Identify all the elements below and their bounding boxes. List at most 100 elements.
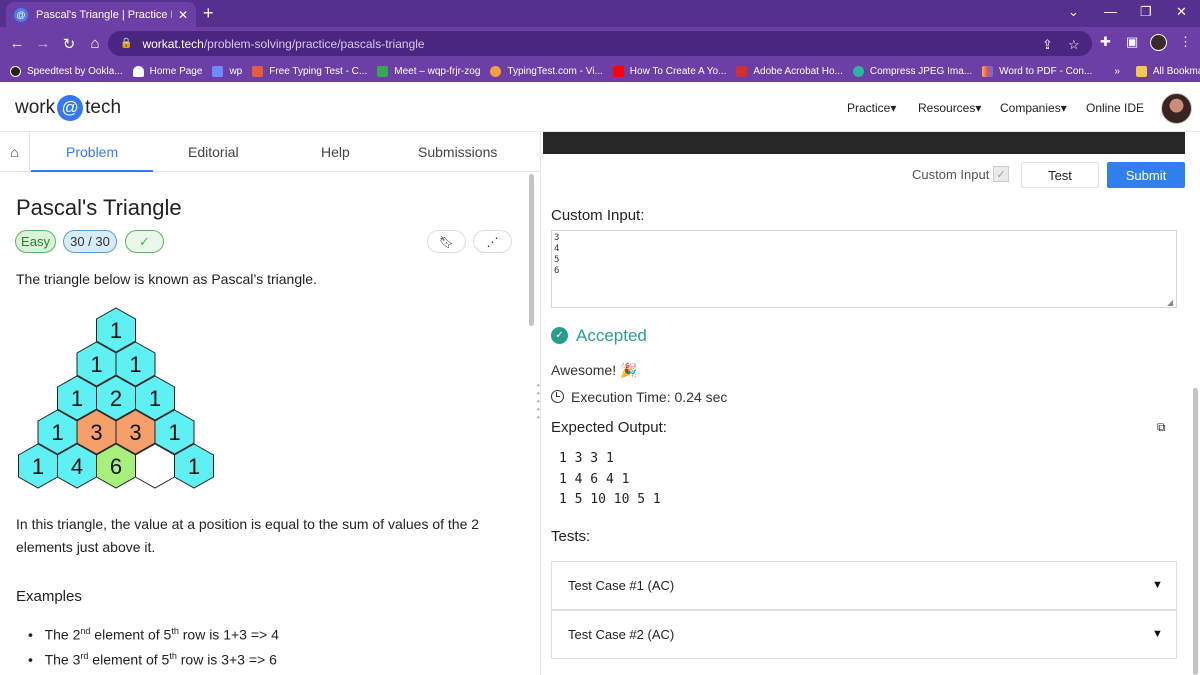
browser-menu-icon[interactable]: ⋮ [1179,34,1192,50]
logo-text-right: tech [85,97,122,118]
bookmark-item[interactable]: How To Create A Yo... [612,65,726,77]
browser-tab[interactable]: @ Pascal's Triangle | Practice Probl ✕ [6,2,196,27]
intro-text: The triangle below is known as Pascal’s … [16,271,317,287]
share-icon: ⋰ [486,234,499,249]
test-case-row[interactable]: Test Case #2 (AC) ▼ [551,610,1177,659]
example-sup: nd [80,626,91,636]
accepted-check-icon: ✓ [551,327,568,344]
back-icon[interactable]: ← [4,35,30,52]
bookmark-button[interactable]: 🔖︎ [427,230,466,253]
bookmark-favicon-icon [852,65,864,77]
tab-title: Pascal's Triangle | Practice Probl [36,8,172,21]
triangle-value: 1 [110,318,122,343]
site-header: work @ tech Practice▾ Resources▾ Compani… [0,82,1200,132]
bookmark-label: wp [229,65,243,77]
more-bookmarks-button[interactable]: » [1114,66,1120,77]
more-bookmarks-label: » [1114,65,1120,77]
close-tab-icon[interactable]: ✕ [178,8,188,22]
home-icon[interactable]: ⌂ [0,132,30,172]
right-scrollbar[interactable] [1193,388,1198,675]
site-logo[interactable]: work @ tech [15,95,121,121]
examples-heading: Examples [16,588,82,605]
example-text: The 2 [44,626,81,643]
solved-check-icon: ✓ [125,230,164,253]
submit-button[interactable]: Submit [1107,162,1185,188]
tab-search-icon[interactable]: ⌄ [1068,4,1079,20]
tab-help[interactable]: Help [321,144,350,160]
test-case-row[interactable]: Test Case #1 (AC) ▼ [551,561,1177,610]
bookmark-item[interactable]: Meet – wqp-frjr-zog [377,65,480,77]
triangle-value: 1 [129,352,141,377]
reload-icon[interactable]: ↻ [56,35,82,53]
triangle-value: 1 [90,352,102,377]
browser-tabbar: @ Pascal's Triangle | Practice Probl ✕ +… [0,0,1200,27]
bookmark-label: Word to PDF - Con... [999,65,1093,77]
side-panel-icon[interactable]: ▣ [1126,34,1138,50]
home-browser-icon[interactable]: ⌂ [82,35,108,52]
score-badge: 30 / 30 [63,230,117,253]
caret-down-icon[interactable]: ▼ [1152,579,1163,591]
bookmark-favicon-icon [612,65,624,77]
bookmark-item[interactable]: Home Page [132,65,202,77]
example-item: • The 2nd element of 5th row is 1+3 => 4 [28,626,279,643]
menu-online-ide[interactable]: Online IDE [1086,101,1144,115]
resize-grip-icon[interactable]: ◢ [1167,298,1173,307]
browser-toolbar: ← → ↻ ⌂ 🔒 workat.tech/problem-solving/pr… [0,27,1200,60]
bookmark-favicon-icon [982,65,994,77]
example-sup: th [171,626,179,636]
triangle-value: 1 [188,454,200,479]
triangle-value: 1 [51,420,63,445]
description-line-2: elements just above it. [16,539,156,555]
extensions-icon[interactable]: ✚ [1100,34,1111,50]
share-button[interactable]: ⋰ [473,230,512,253]
menu-practice[interactable]: Practice▾ [847,101,896,115]
address-bar[interactable]: 🔒 workat.tech/problem-solving/practice/p… [108,31,1092,56]
bookmark-favicon-icon [490,65,502,77]
minimize-icon[interactable]: — [1104,4,1117,19]
url-domain: workat.tech [142,36,204,51]
browser-profile-avatar[interactable] [1150,34,1167,51]
caret-down-icon[interactable]: ▼ [1152,628,1163,640]
forward-icon[interactable]: → [30,35,56,52]
bookmark-item[interactable]: wp [212,65,243,77]
drag-handle-icon[interactable]: • • • • • [537,382,541,422]
bookmark-star-icon[interactable]: ☆ [1068,37,1080,53]
copy-icon[interactable]: ⧉ [1157,420,1171,434]
custom-input-textarea[interactable]: 3 4 5 6 [551,230,1177,308]
bookmark-item[interactable]: Adobe Acrobat Ho... [736,65,843,77]
custom-input-checkbox[interactable]: ✓ [993,166,1009,182]
bookmark-item[interactable]: Word to PDF - Con... [982,65,1093,77]
expected-output-heading: Expected Output: [551,419,667,436]
bookmarks-bar: Speedtest by Ookla... Home Page wp Free … [0,60,1200,82]
url-path: /problem-solving/practice/pascals-triang… [203,36,425,51]
bookmark-item[interactable]: Compress JPEG Ima... [852,65,972,77]
problem-tabs: ⌂ Problem Editorial Help Submissions [0,132,540,172]
share-icon[interactable]: ⇪ [1042,37,1053,53]
tab-editorial[interactable]: Editorial [188,144,239,160]
new-tab-icon[interactable]: + [203,3,214,24]
close-window-icon[interactable]: ✕ [1176,4,1187,20]
bookmark-item[interactable]: TypingTest.com - Vi... [490,65,603,77]
bookmark-item[interactable]: Free Typing Test - C... [252,65,367,77]
bookmark-item[interactable]: Speedtest by Ookla... [10,65,123,77]
bookmark-label: Speedtest by Ookla... [27,65,123,77]
tests-heading: Tests: [551,528,591,545]
tab-submissions[interactable]: Submissions [418,144,497,160]
user-avatar[interactable] [1161,93,1192,124]
bookmark-favicon-icon [736,65,748,77]
restore-icon[interactable]: ❐ [1140,4,1152,20]
left-scrollbar[interactable] [529,174,534,326]
example-sup: th [169,651,177,661]
bookmark-favicon-icon [252,65,264,77]
test-button[interactable]: Test [1021,162,1099,188]
menu-companies[interactable]: Companies▾ [1000,101,1067,115]
custom-input-label: Custom Input [912,167,990,182]
all-bookmarks-button[interactable]: All Bookmarks [1135,65,1200,77]
code-editor[interactable] [543,132,1185,154]
test-case-label: Test Case #1 (AC) [568,578,675,593]
tab-problem[interactable]: Problem [66,144,118,160]
all-bookmarks-label: All Bookmarks [1152,65,1200,77]
menu-resources[interactable]: Resources▾ [918,101,981,115]
execution-time: Execution Time: 0.24 sec [571,389,728,405]
page-title: Pascal's Triangle [16,195,182,220]
